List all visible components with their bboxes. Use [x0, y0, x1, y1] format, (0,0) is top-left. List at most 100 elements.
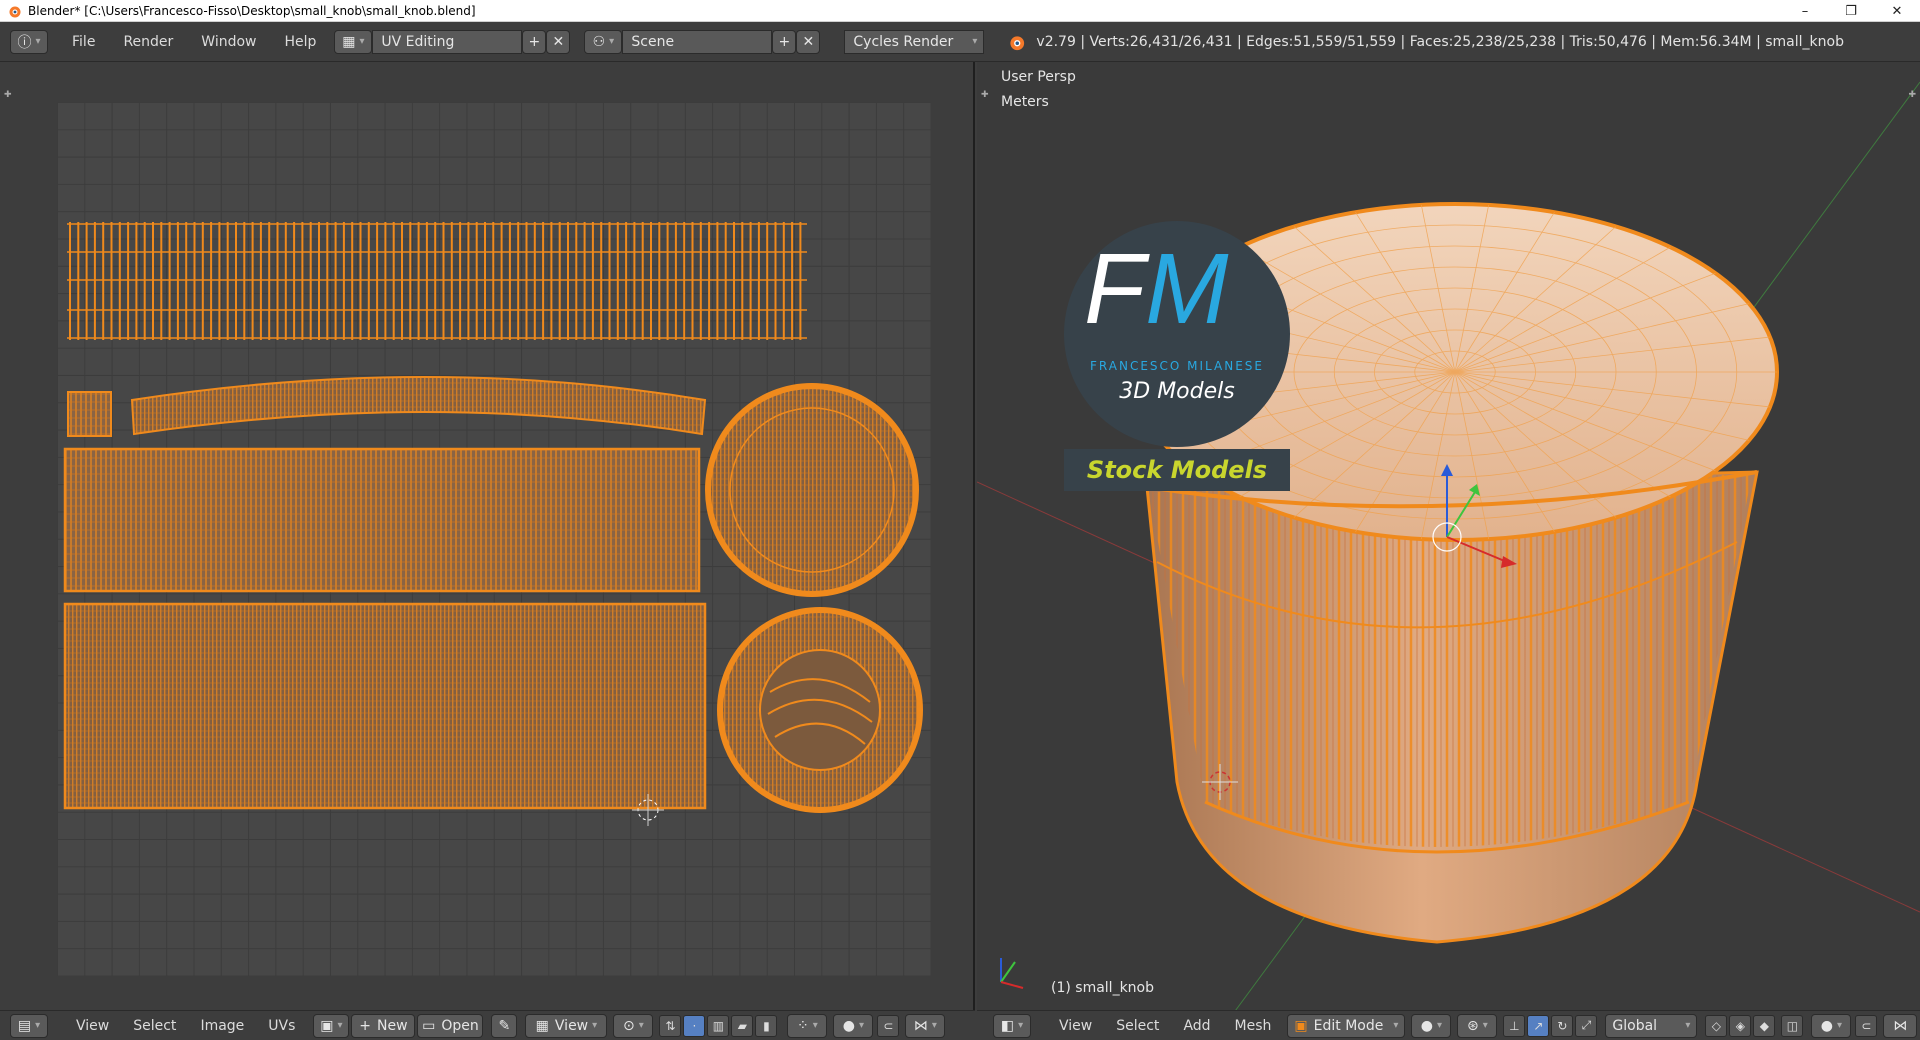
- view-mode-dropdown[interactable]: ▦ View ▾: [525, 1013, 608, 1038]
- menu-window[interactable]: Window: [187, 34, 270, 50]
- folder-icon: ▭: [422, 1017, 436, 1034]
- fm-watermark-logo: FM FRANCESCO MILANESE 3D Models: [1064, 221, 1290, 447]
- snap-target-dropdown[interactable]: ⋈ ▾: [905, 1013, 946, 1038]
- menu-uvs[interactable]: UVs: [256, 1018, 307, 1034]
- island-icon: ▮: [763, 1018, 770, 1033]
- delete-screen-button[interactable]: ✕: [546, 29, 571, 54]
- screen-layout-selector[interactable]: ▦ ▾: [334, 29, 373, 54]
- snap-icon: ⋈: [913, 1017, 928, 1034]
- menu-image[interactable]: Image: [188, 1018, 256, 1034]
- delete-scene-button[interactable]: ✕: [796, 29, 821, 54]
- face-select-button[interactable]: ◆: [1753, 1014, 1776, 1037]
- viewport-header: ◧ ▾ View Select Add Mesh ▣ Edit Mode ▾ ● ▾ ⊛…: [977, 1010, 1920, 1040]
- proportional-edit-dropdown[interactable]: ● ▾: [833, 1013, 874, 1038]
- vertex-select-button[interactable]: ⋅: [683, 1014, 706, 1037]
- island-select-button[interactable]: ▮: [755, 1014, 778, 1037]
- minimize-button[interactable]: –: [1782, 0, 1828, 22]
- face-icon: ▰: [737, 1018, 748, 1033]
- maximize-button[interactable]: ❐: [1828, 0, 1874, 22]
- edit-mode-icon: ▣: [1294, 1017, 1308, 1034]
- pivot-icon: ⊛: [1467, 1017, 1479, 1034]
- screen-layout-field[interactable]: UV Editing: [372, 29, 523, 54]
- snap-target-dropdown[interactable]: ⋈: [1883, 1013, 1918, 1038]
- pivot-dropdown[interactable]: ⊙ ▾: [613, 1013, 654, 1038]
- menu-help[interactable]: Help: [270, 34, 330, 50]
- window-titlebar: Blender* [C:\Users\Francesco-Fisso\Deskt…: [0, 0, 1920, 22]
- menu-file[interactable]: File: [58, 34, 109, 50]
- menu-view[interactable]: View: [1047, 1018, 1104, 1034]
- info-header: ⓘ ▾ File Render Window Help ▦ ▾ UV Editing…: [0, 22, 1920, 62]
- orientation-dropdown[interactable]: Global ▾: [1605, 1013, 1698, 1038]
- rotate-manipulator-button[interactable]: ↻: [1551, 1014, 1574, 1037]
- 3d-viewport[interactable]: User Persp Meters (1) small_knob FM FRAN…: [977, 62, 1920, 1010]
- region-toggle-icon[interactable]: ✚: [981, 90, 989, 100]
- render-engine-dropdown[interactable]: Cycles Render ▾: [844, 29, 985, 54]
- editor-type-selector[interactable]: ▤ ▾: [10, 1013, 48, 1038]
- edge-select-button[interactable]: ▥: [707, 1014, 730, 1037]
- shading-icon: ●: [1420, 1017, 1433, 1034]
- plus-icon: +: [528, 33, 541, 50]
- logo-subtitle: 3D Models: [1119, 379, 1235, 404]
- new-image-button[interactable]: + New: [351, 1013, 416, 1038]
- open-label: Open: [441, 1017, 479, 1034]
- view-icon: ▦: [535, 1017, 549, 1034]
- object-name-label: (1) small_knob: [1051, 980, 1155, 996]
- sync-selection-button[interactable]: ⇅: [659, 1014, 682, 1037]
- snap-button[interactable]: ⊂: [1855, 1014, 1878, 1037]
- add-scene-button[interactable]: +: [772, 29, 797, 54]
- uv-image-editor[interactable]: ✚: [0, 62, 975, 1010]
- image-icon: ▣: [320, 1017, 334, 1034]
- edge-select-button[interactable]: ◈: [1729, 1014, 1752, 1037]
- stock-models-banner: Stock Models: [1064, 449, 1290, 491]
- editor-type-info-button[interactable]: ⓘ ▾: [10, 29, 48, 54]
- vertex-select-button[interactable]: ◇: [1705, 1014, 1728, 1037]
- x-icon: ✕: [802, 33, 815, 50]
- edge-icon: ▥: [712, 1018, 725, 1033]
- vertex-icon: ◇: [1711, 1018, 1722, 1033]
- magnet-icon: ⊂: [1861, 1018, 1872, 1033]
- proportional-edit-dropdown[interactable]: ● ▾: [1811, 1013, 1852, 1038]
- region-toggle-icon[interactable]: ✚: [4, 90, 12, 100]
- menu-select[interactable]: Select: [121, 1018, 188, 1034]
- sticky-mode-dropdown[interactable]: ⁘ ▾: [787, 1013, 828, 1038]
- limit-icon: ◫: [1786, 1018, 1799, 1033]
- close-button[interactable]: ✕: [1874, 0, 1920, 22]
- add-screen-button[interactable]: +: [522, 29, 547, 54]
- pin-icon: ✎: [498, 1017, 511, 1034]
- image-browse-button[interactable]: ▣ ▾: [313, 1013, 350, 1038]
- editor-type-selector[interactable]: ◧ ▾: [993, 1013, 1031, 1038]
- menu-render[interactable]: Render: [109, 34, 187, 50]
- scene-field[interactable]: Scene: [622, 29, 773, 54]
- region-toggle-icon[interactable]: ✚: [1908, 90, 1916, 100]
- magnet-icon: ⊂: [883, 1018, 894, 1033]
- menu-add[interactable]: Add: [1171, 1018, 1222, 1034]
- proportional-icon: ●: [842, 1017, 856, 1034]
- manipulator-icon: ⊥: [1509, 1018, 1520, 1033]
- open-image-button[interactable]: ▭ Open: [417, 1013, 484, 1038]
- vertex-icon: ⋅: [692, 1018, 697, 1033]
- limit-selection-button[interactable]: ◫: [1781, 1014, 1804, 1037]
- layout-grid-icon: ▦: [342, 33, 356, 50]
- edge-icon: ◈: [1735, 1018, 1746, 1033]
- pin-image-button[interactable]: ✎: [491, 1013, 518, 1038]
- viewport-shading-dropdown[interactable]: ● ▾: [1411, 1013, 1452, 1038]
- manipulator-toggle[interactable]: ⊥: [1503, 1014, 1526, 1037]
- uv-island-rect-middle: [63, 447, 701, 593]
- pivot-point-dropdown[interactable]: ⊛ ▾: [1457, 1013, 1498, 1038]
- logo-letter-f: F: [1084, 233, 1146, 345]
- face-select-button[interactable]: ▰: [731, 1014, 754, 1037]
- snap-button[interactable]: ⊂: [877, 1014, 900, 1037]
- menu-view[interactable]: View: [64, 1018, 121, 1034]
- menu-mesh[interactable]: Mesh: [1223, 1018, 1284, 1034]
- mode-dropdown[interactable]: ▣ Edit Mode ▾: [1287, 1013, 1406, 1038]
- scene-selector[interactable]: ⚇ ▾: [584, 29, 623, 54]
- window-title: Blender* [C:\Users\Francesco-Fisso\Deskt…: [28, 3, 476, 18]
- menu-select[interactable]: Select: [1104, 1018, 1171, 1034]
- scale-manipulator-button[interactable]: ⤢: [1575, 1014, 1598, 1037]
- plus-icon: +: [359, 1017, 372, 1034]
- translate-manipulator-button[interactable]: ↗: [1527, 1014, 1550, 1037]
- blender-logo-icon: [9, 6, 21, 17]
- blender-logo-icon: [1010, 35, 1025, 50]
- arrow-icon: ↗: [1533, 1018, 1544, 1033]
- snap-icon: ⋈: [1893, 1017, 1908, 1034]
